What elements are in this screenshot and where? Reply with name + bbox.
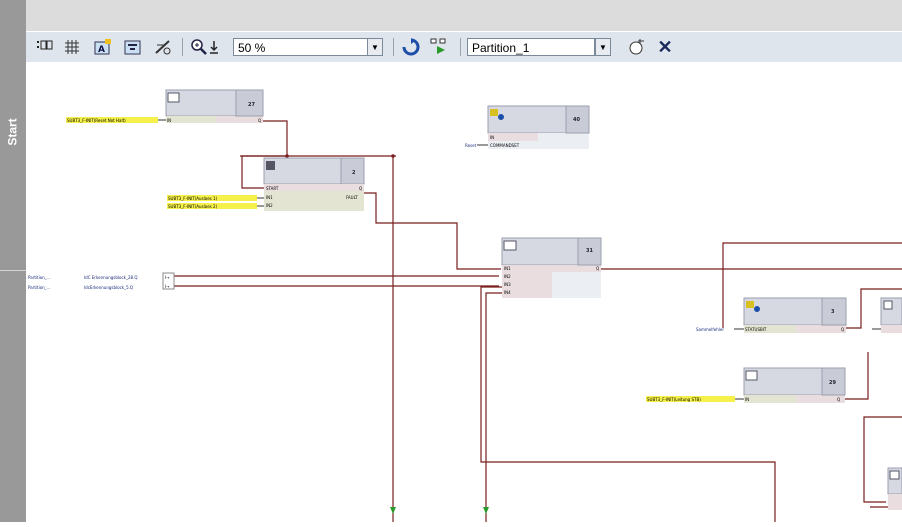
- block-number: 2: [352, 170, 356, 176]
- wire[interactable]: [485, 292, 502, 522]
- block-output-label: Q: [596, 266, 599, 271]
- wire-junction: [285, 154, 289, 158]
- start-tab-label: Start: [6, 118, 20, 146]
- refresh-icon[interactable]: [400, 37, 422, 57]
- block-output-label: Q: [359, 186, 362, 191]
- partition-label[interactable]: Partition_...: [28, 275, 50, 280]
- block-input-label: IN: [745, 397, 749, 402]
- zoom-dropdown-arrow[interactable]: ▼: [367, 38, 383, 56]
- input-tag[interactable]: SUBT3_F-INIT(Ausloes 2): [168, 204, 218, 209]
- block-input-label: START: [266, 186, 279, 191]
- block-input-label: COMMANDSET: [490, 143, 520, 148]
- input-tag[interactable]: Reset: [465, 143, 477, 148]
- input-tag[interactable]: SUBT3_F-INIT(Reset Not Halt): [67, 118, 126, 123]
- block-number: 3: [831, 309, 835, 315]
- auto-route-icon[interactable]: A: [92, 37, 114, 57]
- block-number: 27: [248, 102, 255, 108]
- partition-signal[interactable]: IdC Erkennungsblock_28.Q: [84, 275, 137, 280]
- block-number: 31: [586, 248, 593, 254]
- partition-combo[interactable]: Partition_1: [467, 38, 595, 56]
- block-input-label: IN4: [504, 290, 511, 295]
- block-number: 29: [829, 380, 836, 386]
- block-input-label: IN2: [266, 203, 273, 208]
- toolbar-separator: [393, 38, 394, 56]
- input-tag[interactable]: SUBT3_F-INIT(Leitung STB): [647, 397, 701, 402]
- toolbar-separator: [460, 38, 461, 56]
- svg-text:A: A: [98, 45, 105, 55]
- block-output-label: Q: [837, 397, 840, 402]
- start-sidebar[interactable]: Start: [0, 0, 26, 522]
- function-block-31[interactable]: [501, 237, 602, 298]
- block-output-label: Q: [258, 118, 261, 123]
- wire-junction: [391, 154, 395, 158]
- wire-arrow-icon: [483, 507, 489, 514]
- start-tab[interactable]: Start: [0, 112, 26, 152]
- function-block-partial[interactable]: [887, 467, 902, 510]
- diagram-canvas[interactable]: 27 IN Q SUBT3_F-INIT(Reset Not Halt) 2 S…: [26, 62, 902, 522]
- block-input-label: IN1: [504, 266, 511, 271]
- line-routing-icon[interactable]: [152, 37, 174, 57]
- partition-dropdown-arrow[interactable]: ▼: [595, 38, 611, 56]
- wire-arrow-icon: [390, 507, 396, 514]
- function-block-partial[interactable]: [880, 297, 902, 333]
- simulation-icon[interactable]: [427, 37, 451, 57]
- wire[interactable]: [480, 286, 776, 522]
- block-input-label: IN3: [504, 282, 511, 287]
- close-icon[interactable]: ✕: [655, 37, 675, 57]
- block-output-label: FAULT: [346, 195, 358, 200]
- block-output-label: Q: [841, 327, 844, 332]
- zoom-level-combo[interactable]: 50 %: [233, 38, 370, 56]
- layout-icon[interactable]: [122, 37, 144, 57]
- input-tag[interactable]: Sammelfehler: [696, 327, 724, 332]
- block-number: 40: [573, 117, 580, 123]
- block-input-label: IN: [490, 135, 494, 140]
- window-top-strip: [0, 0, 902, 31]
- partition-signal[interactable]: IdcErkennungsblock_5.Q: [84, 285, 133, 290]
- function-block-2[interactable]: [263, 157, 365, 211]
- input-tag[interactable]: SUBT3_F-INIT(Ausloes 1): [168, 196, 218, 201]
- block-input-label: IN1: [266, 195, 273, 200]
- editor-toolbar: A 50 % ▼ Partition_1 ▼ ✕: [26, 31, 902, 62]
- zoom-icon[interactable]: [190, 37, 208, 57]
- add-icon[interactable]: [626, 37, 648, 57]
- partition-label[interactable]: Partition_...: [28, 285, 50, 290]
- block-input-label: IN2: [504, 274, 511, 279]
- block-input-label: STATUSBIT: [745, 327, 767, 332]
- partition-connector-mark: I→: [165, 275, 170, 280]
- grid-icon[interactable]: [62, 37, 82, 57]
- wire[interactable]: [842, 352, 869, 400]
- partition-connector-mark: I→: [165, 284, 170, 289]
- sidebar-divider: [0, 270, 26, 271]
- zoom-down-icon[interactable]: [208, 37, 220, 57]
- block-input-label: IN: [167, 118, 171, 123]
- wire[interactable]: [364, 192, 501, 270]
- toolbar-separator: [182, 38, 183, 56]
- show-parameters-icon[interactable]: [36, 37, 56, 57]
